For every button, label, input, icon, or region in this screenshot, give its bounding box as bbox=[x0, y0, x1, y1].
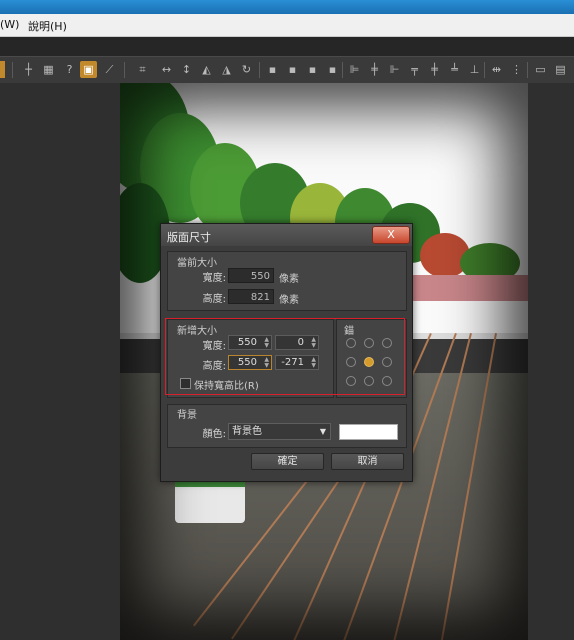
toolbar: ┼ ▦ ? ▣ ⟋ ⌗ ↔ ↕ ◭ ◮ ↻ ▪ ▪ ▪ ▪ ⊫ ╪ ⊩ ╤ ╪ … bbox=[0, 56, 574, 84]
toolbar-separator bbox=[484, 62, 485, 78]
new-width-label: 寬度: bbox=[202, 341, 226, 352]
new-height-value: 550 bbox=[237, 357, 257, 368]
straighten-icon[interactable]: ⟋ bbox=[101, 61, 118, 78]
anchor-bottom-right[interactable] bbox=[382, 376, 392, 386]
arrange-backward-icon[interactable]: ▪ bbox=[304, 61, 321, 78]
chevron-down-icon: ▼ bbox=[319, 427, 326, 436]
background-color-select[interactable]: 背景色 ▼ bbox=[228, 423, 331, 440]
help-grid-icon[interactable]: ? bbox=[61, 61, 78, 78]
distribute-icon[interactable]: ⊥ bbox=[466, 61, 483, 78]
background-group: 背景 顏色: 背景色 ▼ bbox=[167, 404, 407, 448]
current-size-label: 當前大小 bbox=[177, 258, 217, 269]
ok-button[interactable]: 確定 bbox=[251, 453, 324, 470]
current-width-value: 550 bbox=[228, 268, 274, 283]
new-width-value: 550 bbox=[237, 337, 257, 348]
current-size-group: 當前大小 寬度: 550 像素 高度: 821 像素 bbox=[167, 251, 407, 311]
menu-item-window[interactable]: (W) bbox=[0, 18, 19, 31]
current-height-value: 821 bbox=[228, 289, 274, 304]
crop-icon[interactable]: ┼ bbox=[20, 61, 37, 78]
toolbar-separator bbox=[259, 62, 260, 78]
rotate-icon[interactable]: ↻ bbox=[238, 61, 255, 78]
anchor-top-center[interactable] bbox=[364, 338, 374, 348]
anchor-bottom-left[interactable] bbox=[346, 376, 356, 386]
menu-bar: (W) 說明(H) bbox=[0, 14, 574, 37]
keep-ratio-label[interactable]: 保持寬高比(R) bbox=[194, 377, 259, 392]
keep-ratio-checkbox[interactable] bbox=[180, 378, 191, 389]
dialog-title-bar[interactable]: 版面尺寸 X bbox=[161, 224, 412, 246]
height-offset-value: -271 bbox=[281, 357, 304, 368]
anchor-group: 錨 bbox=[336, 319, 407, 398]
width-offset-stepper[interactable]: 0 ▲ ▼ bbox=[275, 335, 319, 350]
canvas-size-dialog: 版面尺寸 X 當前大小 寬度: 550 像素 高度: 821 像素 新增大小 寬… bbox=[160, 223, 413, 482]
spin-arrows-icon[interactable]: ▲ ▼ bbox=[311, 357, 316, 369]
color-label: 顏色: bbox=[202, 429, 226, 440]
background-color-option: 背景色 bbox=[232, 426, 262, 437]
tool-edge-icon[interactable] bbox=[0, 61, 5, 78]
color-swatch[interactable] bbox=[339, 424, 398, 440]
new-height-stepper[interactable]: 550 ▲ ▼ bbox=[228, 355, 272, 370]
close-button[interactable]: X bbox=[372, 226, 410, 244]
anchor-bottom-center[interactable] bbox=[364, 376, 374, 386]
anchor-center[interactable] bbox=[364, 357, 374, 367]
spin-arrows-icon[interactable]: ▲ ▼ bbox=[264, 337, 269, 349]
toolbar-separator bbox=[12, 62, 13, 78]
spin-arrows-icon[interactable]: ▲ ▼ bbox=[264, 357, 269, 369]
toolbar-separator bbox=[342, 62, 343, 78]
anchor-label: 錨 bbox=[344, 326, 354, 337]
dialog-title: 版面尺寸 bbox=[167, 231, 211, 244]
flip-h-icon[interactable]: ↔ bbox=[158, 61, 175, 78]
new-size-group: 新增大小 寬度: 550 ▲ ▼ 0 ▲ ▼ 高度: 550 ▲ ▼ -271 ▲ ▼ … bbox=[167, 319, 334, 398]
current-height-unit: 像素 bbox=[279, 295, 299, 306]
current-width-unit: 像素 bbox=[279, 274, 299, 285]
resize-canvas-icon[interactable]: ▣ bbox=[80, 61, 97, 78]
panel-icon[interactable]: ▭ bbox=[532, 61, 549, 78]
distribute-h-icon[interactable]: ⇹ bbox=[488, 61, 505, 78]
rotate-left-icon[interactable]: ◭ bbox=[198, 61, 215, 78]
transform-icon[interactable]: ⌗ bbox=[134, 61, 151, 78]
arrange-back-icon[interactable]: ▪ bbox=[324, 61, 341, 78]
grid-icon[interactable]: ▦ bbox=[40, 61, 57, 78]
anchor-top-right[interactable] bbox=[382, 338, 392, 348]
background-label: 背景 bbox=[177, 410, 197, 421]
spin-arrows-icon[interactable]: ▲ ▼ bbox=[311, 337, 316, 349]
align-top-icon[interactable]: ╤ bbox=[406, 61, 423, 78]
new-height-label: 高度: bbox=[202, 361, 226, 372]
align-right-icon[interactable]: ⊩ bbox=[386, 61, 403, 78]
anchor-middle-right[interactable] bbox=[382, 357, 392, 367]
anchor-middle-left[interactable] bbox=[346, 357, 356, 367]
align-middle-icon[interactable]: ╪ bbox=[426, 61, 443, 78]
align-left-icon[interactable]: ⊫ bbox=[346, 61, 363, 78]
height-offset-stepper[interactable]: -271 ▲ ▼ bbox=[275, 355, 319, 370]
arrange-front-icon[interactable]: ▪ bbox=[264, 61, 281, 78]
distribute-v-icon[interactable]: ⋮ bbox=[508, 61, 525, 78]
align-center-icon[interactable]: ╪ bbox=[366, 61, 383, 78]
current-width-label: 寬度: bbox=[202, 273, 226, 284]
tab-strip bbox=[0, 37, 574, 56]
arrange-forward-icon[interactable]: ▪ bbox=[284, 61, 301, 78]
width-offset-value: 0 bbox=[297, 337, 304, 348]
menu-item-help[interactable]: 說明(H) bbox=[28, 18, 67, 34]
anchor-top-left[interactable] bbox=[346, 338, 356, 348]
flip-v-icon[interactable]: ↕ bbox=[178, 61, 195, 78]
window-title-bar bbox=[0, 0, 574, 14]
cancel-button[interactable]: 取消 bbox=[331, 453, 404, 470]
toolbar-separator bbox=[124, 62, 125, 78]
new-size-label: 新增大小 bbox=[177, 326, 217, 337]
current-height-label: 高度: bbox=[202, 294, 226, 305]
rotate-right-icon[interactable]: ◮ bbox=[218, 61, 235, 78]
toolbar-separator bbox=[527, 62, 528, 78]
panel2-icon[interactable]: ▤ bbox=[552, 61, 569, 78]
new-width-stepper[interactable]: 550 ▲ ▼ bbox=[228, 335, 272, 350]
align-bottom-icon[interactable]: ╧ bbox=[446, 61, 463, 78]
